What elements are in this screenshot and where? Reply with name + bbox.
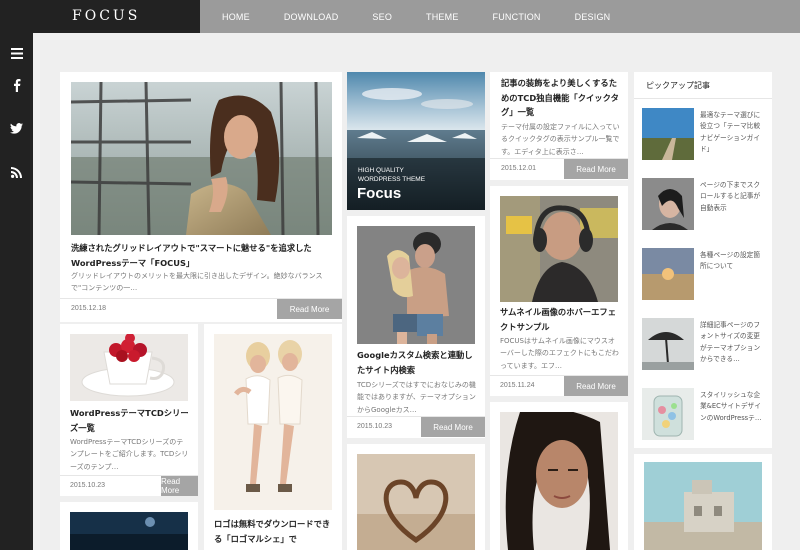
post-title[interactable]: 記事の装飾をより美しくするためのTCD独自機能「クイックタグ」一覧	[501, 76, 621, 120]
post-card-quicktag[interactable]: 記事の装飾をより美しくするためのTCD独自機能「クイックタグ」一覧 テーマ付属の…	[490, 72, 628, 180]
nav-seo[interactable]: SEO	[372, 12, 392, 22]
nav-function[interactable]: FUNCTION	[493, 12, 541, 22]
post-excerpt: グリッドレイアウトのメリットを最大限に引き出したデザイン。絶妙なバランスで"コン…	[71, 272, 323, 293]
post-card-bottom-left[interactable]	[60, 502, 198, 550]
pickup-item-title[interactable]: 詳細記事ページのフォントサイズの変更がテーマオプションからできる…	[700, 320, 766, 366]
post-date: 2015.12.01	[501, 165, 537, 172]
read-more-button[interactable]: Read More	[564, 376, 628, 396]
post-thumbnail[interactable]	[70, 512, 188, 550]
post-title[interactable]: 洗練されたグリッドレイアウトで"スマートに魅せる"を追求したWordPressテ…	[71, 241, 333, 270]
post-excerpt: FOCUSはサムネイル画像にマウスオーバーした際のエフェクトにもこだわっています…	[500, 337, 619, 370]
post-thumbnail[interactable]	[70, 334, 188, 401]
pickup-item[interactable]: ページの下までスクロールすると記事が自動表示	[634, 178, 772, 236]
read-more-button[interactable]: Read More	[161, 476, 198, 496]
facebook-icon[interactable]	[0, 73, 33, 97]
nav-design[interactable]: DESIGN	[575, 12, 611, 22]
read-more-button[interactable]: Read More	[277, 299, 342, 319]
pickup-thumbnail[interactable]	[642, 108, 694, 160]
pickup-widget: ピックアップ記事 最適なテーマ選びに役立つ「テーマ比較ナビゲーションガイド」 ペ…	[634, 72, 772, 448]
post-date: 2015.10.23	[357, 423, 393, 430]
post-card-logo-marche[interactable]: ロゴは無料でダウンロードできる「ロゴマルシェ」で	[204, 324, 342, 550]
post-card-hover-effect[interactable]: サムネイル画像のホバーエフェクトサンプル FOCUSはサムネイル画像にマウスオー…	[490, 186, 628, 396]
pickup-item[interactable]: 最適なテーマ選びに役立つ「テーマ比較ナビゲーションガイド」	[634, 108, 772, 166]
site-logo[interactable]: FOCUS	[72, 8, 140, 24]
post-thumbnail[interactable]	[500, 196, 618, 302]
post-date: 2015.12.18	[71, 305, 107, 312]
read-more-button[interactable]: Read More	[421, 417, 485, 437]
pickup-item[interactable]: スタイリッシュな企業&ECサイトデザインのWordPressテ…	[634, 388, 772, 446]
post-date: 2015.10.23	[70, 482, 106, 489]
left-sidebar	[0, 33, 33, 550]
post-thumbnail[interactable]	[357, 454, 475, 550]
pickup-item[interactable]: 各種ページの設定箇所について	[634, 248, 772, 306]
post-card-tcd-series[interactable]: WordPressテーマTCDシリーズ一覧 WordPressテーマTCDシリー…	[60, 324, 198, 496]
post-card-focus[interactable]: 洗練されたグリッドレイアウトで"スマートに魅せる"を追求したWordPressテ…	[60, 72, 342, 322]
rss-icon[interactable]	[0, 160, 33, 184]
pickup-item[interactable]: 詳細記事ページのフォントサイズの変更がテーマオプションからできる…	[634, 318, 772, 376]
pickup-item-title[interactable]: 各種ページの設定箇所について	[700, 250, 766, 273]
post-excerpt: WordPressテーマTCDシリーズのテンプレートをご紹介します。TCDシリー…	[70, 438, 189, 471]
nav-home[interactable]: HOME	[222, 12, 250, 22]
post-thumbnail[interactable]	[500, 412, 618, 550]
sidebar-banner-widget[interactable]	[634, 454, 772, 550]
pickup-item-title[interactable]: ページの下までスクロールすると記事が自動表示	[700, 180, 766, 214]
post-title[interactable]: Googleカスタム検索と連動したサイト内検索	[357, 348, 477, 377]
post-title[interactable]: サムネイル画像のホバーエフェクトサンプル	[500, 305, 620, 334]
pickup-title: ピックアップ記事	[646, 81, 710, 90]
pickup-item-title[interactable]: スタイリッシュな企業&ECサイトデザインのWordPressテ…	[700, 390, 766, 424]
post-date: 2015.11.24	[500, 382, 535, 389]
post-card-google-search[interactable]: Googleカスタム検索と連動したサイト内検索 TCDシリーズではすでにおなじみ…	[347, 216, 485, 438]
post-thumbnail[interactable]	[71, 82, 332, 235]
post-card-portrait[interactable]	[490, 402, 628, 550]
pickup-thumbnail[interactable]	[642, 318, 694, 370]
top-navigation: HOME DOWNLOAD SEO THEME FUNCTION DESIGN	[200, 0, 800, 33]
pickup-thumbnail[interactable]	[642, 178, 694, 230]
post-thumbnail[interactable]	[214, 334, 332, 510]
read-more-button[interactable]: Read More	[564, 159, 628, 179]
sidebar-banner-image[interactable]	[644, 462, 762, 550]
logo-block[interactable]: FOCUS	[0, 0, 200, 33]
post-card-heart[interactable]	[347, 444, 485, 550]
banner-tagline-1: HIGH QUALITY	[358, 167, 404, 174]
menu-icon[interactable]	[0, 41, 33, 65]
post-title[interactable]: ロゴは無料でダウンロードできる「ロゴマルシェ」で	[214, 517, 334, 546]
nav-theme[interactable]: THEME	[426, 12, 459, 22]
post-excerpt: TCDシリーズではすでにおなじみの機能ではありますが、テーマオプションからGoo…	[357, 381, 476, 414]
pickup-thumbnail[interactable]	[642, 248, 694, 300]
nav-download[interactable]: DOWNLOAD	[284, 12, 339, 22]
pickup-item-title[interactable]: 最適なテーマ選びに役立つ「テーマ比較ナビゲーションガイド」	[700, 110, 766, 156]
pickup-thumbnail[interactable]	[642, 388, 694, 440]
banner-tagline-2: WORDPRESS THEME	[358, 176, 426, 183]
twitter-icon[interactable]	[0, 116, 33, 140]
post-thumbnail[interactable]	[357, 226, 475, 344]
post-title[interactable]: WordPressテーマTCDシリーズ一覧	[70, 406, 190, 435]
banner-card-focus[interactable]: HIGH QUALITY WORDPRESS THEME Focus	[347, 72, 485, 210]
post-excerpt: テーマ付属の設定ファイルに入っているクイックタグの表示サンプル一覧です。エディタ…	[501, 123, 620, 156]
banner-title[interactable]: Focus	[357, 185, 401, 202]
pickup-title-divider	[634, 98, 772, 99]
